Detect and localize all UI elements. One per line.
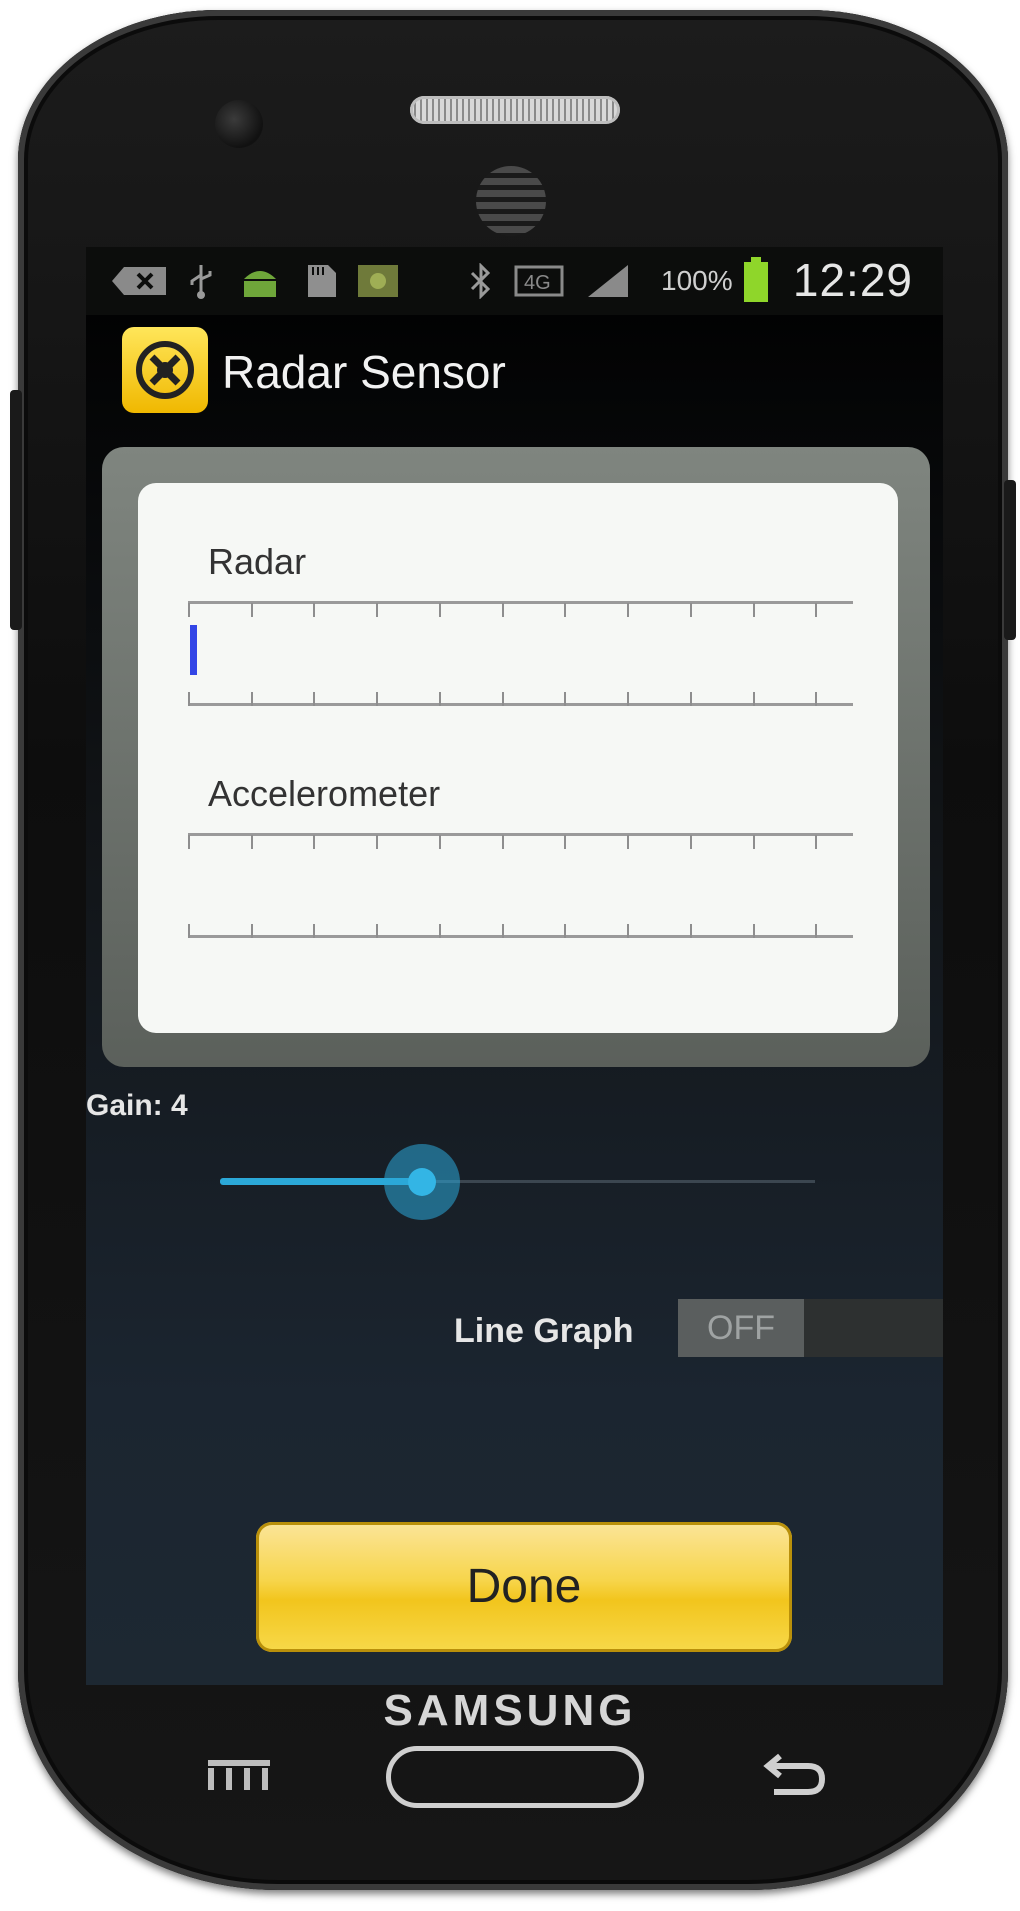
front-camera [215, 100, 263, 148]
meter-tick [251, 924, 253, 938]
meter-tick [188, 835, 190, 849]
meter-tick [815, 835, 817, 849]
meter-tick [313, 835, 315, 849]
meter-tick [439, 924, 441, 938]
meter-tick [753, 924, 755, 938]
battery-percent: 100% [661, 265, 733, 296]
status-time: 12:29 [792, 254, 913, 306]
usb-icon [190, 265, 212, 299]
meter-tick [815, 603, 817, 617]
meter-tick [564, 835, 566, 849]
meter-tick [815, 924, 817, 938]
meter-tick [564, 924, 566, 938]
meter-tick [627, 603, 629, 617]
meter-tick [564, 603, 566, 617]
meter-tick [502, 835, 504, 849]
signal-icon [588, 265, 628, 297]
meter-tick [690, 692, 692, 706]
network-4g-icon: 4G [514, 265, 564, 297]
done-button[interactable]: Done [256, 1522, 792, 1652]
meter-tick [376, 924, 378, 938]
meter-tick [439, 835, 441, 849]
notification-icon [112, 267, 166, 295]
volume-button [10, 390, 22, 630]
home-button[interactable] [386, 1746, 644, 1808]
radar-level-bar [190, 625, 197, 675]
meter-tick [439, 603, 441, 617]
back-icon[interactable] [760, 1748, 830, 1798]
radar-app-icon [122, 327, 208, 413]
meter-tick [313, 603, 315, 617]
svg-text:4G: 4G [524, 272, 551, 294]
meter-tick [627, 835, 629, 849]
meter-tick [502, 924, 504, 938]
meter-tick [188, 924, 190, 938]
meter-tick [564, 692, 566, 706]
radar-meter [188, 601, 853, 706]
meter-tick [815, 692, 817, 706]
title-bar: Radar Sensor [86, 327, 943, 427]
carrier-logo-icon [476, 166, 546, 236]
accelerometer-meter [188, 833, 853, 938]
slider-thumb[interactable] [384, 1144, 460, 1220]
gain-slider[interactable] [220, 1144, 815, 1224]
meter-tick [690, 924, 692, 938]
meter-tick [753, 835, 755, 849]
meter-tick [690, 603, 692, 617]
meter-tick [251, 692, 253, 706]
battery-icon [744, 257, 768, 302]
meter-tick [313, 924, 315, 938]
line-graph-label: Line Graph [454, 1312, 634, 1350]
sd-card-icon [308, 265, 336, 297]
meter-tick [439, 692, 441, 706]
meter-tick [502, 692, 504, 706]
meter-tick [627, 924, 629, 938]
line-graph-toggle[interactable]: OFF [678, 1299, 943, 1357]
meter-tick [690, 835, 692, 849]
menu-icon[interactable] [204, 1754, 274, 1794]
meter-tick [376, 603, 378, 617]
status-bar: 4G 100% 12:29 [86, 247, 943, 315]
earpiece-speaker [410, 96, 620, 124]
meter-tick [251, 835, 253, 849]
meter-tick [188, 603, 190, 617]
bluetooth-icon [470, 263, 491, 299]
meter-tick [753, 603, 755, 617]
meter-tick [251, 603, 253, 617]
meter-tick [502, 603, 504, 617]
device-brand: SAMSUNG [383, 1686, 637, 1735]
meter-tick [313, 692, 315, 706]
gallery-icon [358, 265, 398, 297]
toggle-off-state: OFF [678, 1299, 804, 1357]
android-icon [244, 271, 276, 297]
sensor-panel: Radar Accelerometer [102, 447, 930, 1067]
meter-tick [627, 692, 629, 706]
sensor-panel-inner: Radar Accelerometer [138, 483, 898, 1033]
meter-tick [188, 692, 190, 706]
screen: 4G 100% 12:29 Radar Sensor Radar Acceler… [86, 247, 943, 1685]
meter-tick [376, 835, 378, 849]
accelerometer-label: Accelerometer [208, 773, 441, 814]
page-title: Radar Sensor [222, 346, 506, 398]
power-button [1004, 480, 1016, 640]
meter-tick [376, 692, 378, 706]
gain-label: Gain: 4 [86, 1089, 188, 1122]
radar-label: Radar [208, 541, 307, 582]
meter-tick [753, 692, 755, 706]
